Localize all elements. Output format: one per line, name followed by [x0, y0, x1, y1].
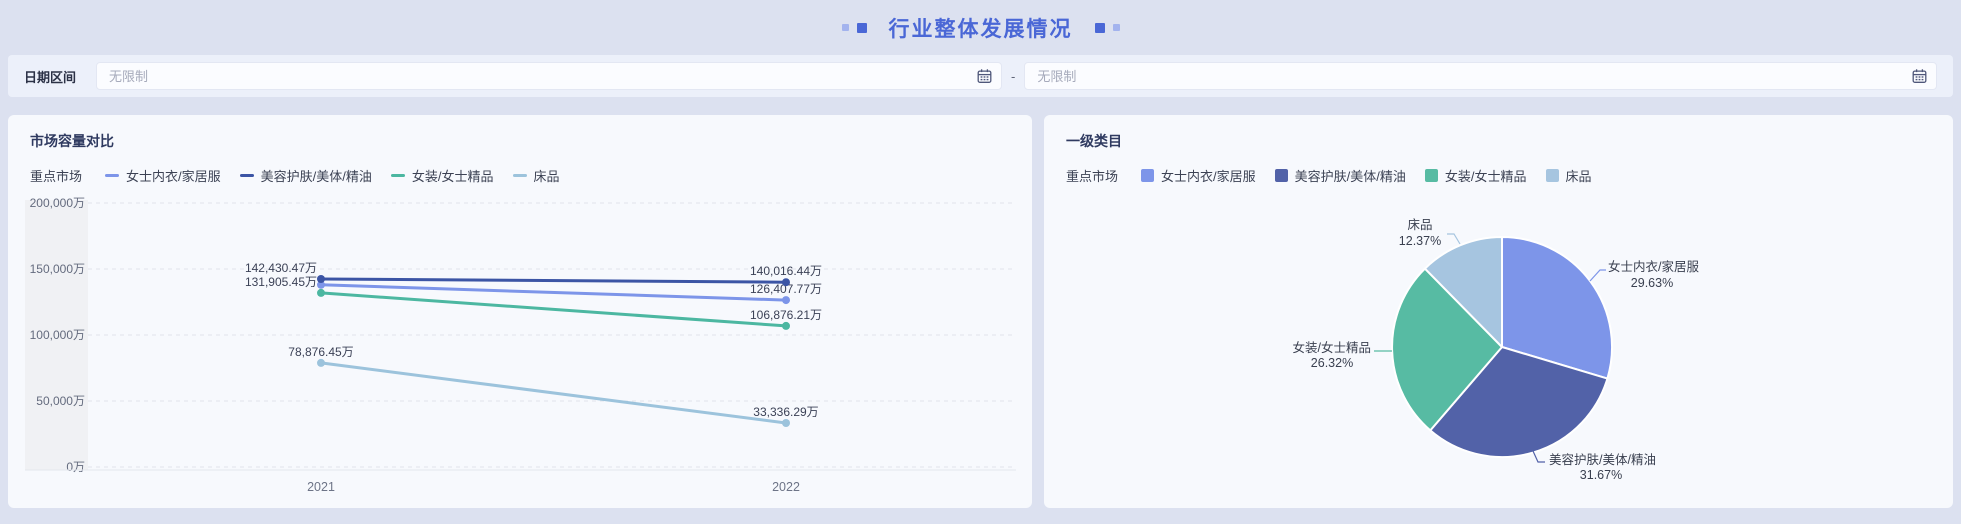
y-tick-label: 100,000万 — [30, 328, 85, 342]
pie-label-line — [1589, 269, 1606, 282]
value-label: 131,905.45万 — [245, 275, 317, 289]
pie-label-name: 美容护肤/美体/精油 — [1549, 452, 1656, 467]
legend-item-label: 女装/女士精品 — [411, 169, 494, 184]
date-start-input[interactable] — [97, 63, 1002, 89]
pie-label-pct: 29.63% — [1631, 276, 1673, 290]
data-point[interactable] — [782, 296, 790, 305]
title-decor-icon — [1112, 24, 1120, 31]
title-decor-icon — [856, 22, 867, 33]
legend-marker — [512, 174, 527, 177]
date-end-field[interactable] — [1024, 62, 1937, 90]
legend-item[interactable]: 床品 — [512, 166, 560, 185]
legend-item[interactable]: 女装/女士精品 — [390, 166, 494, 185]
x-tick-label: 2021 — [307, 480, 335, 494]
value-label: 106,876.21万 — [750, 308, 822, 322]
pie-label-name: 女士内衣/家居服 — [1608, 259, 1699, 274]
legend-marker — [390, 174, 405, 177]
pie-label-line — [1447, 233, 1461, 245]
date-start-field[interactable] — [96, 62, 1003, 90]
y-tick-label: 200,000万 — [30, 196, 85, 210]
date-range-label: 日期区间 — [24, 69, 77, 85]
line-chart-legend: 重点市场 女士内衣/家居服 美容护肤/美体/精油 女装/女士精品 床品 — [30, 166, 1010, 185]
y-tick-label: 50,000万 — [36, 394, 85, 408]
legend-item-label: 美容护肤/美体/精油 — [260, 169, 372, 184]
title-decor-icon — [841, 24, 849, 31]
page-header: 行业整体发展情况 — [0, 0, 1961, 55]
legend-marker — [239, 174, 254, 177]
legend-title: 重点市场 — [30, 169, 83, 184]
title-decor-icon — [1094, 22, 1105, 33]
data-point[interactable] — [782, 419, 790, 427]
pie-chart[interactable]: 女士内衣/家居服 29.63% 美容护肤/美体/精油31.67% 女装/女士精品26.… — [1044, 115, 1953, 508]
line-chart[interactable]: 0万 50,000万 100,000万 150,000万 200,000万 2021 202… — [8, 185, 1032, 508]
calendar-icon[interactable] — [977, 69, 992, 84]
legend-item-label: 女士内衣/家居服 — [126, 169, 221, 184]
legend-item[interactable]: 美容护肤/美体/精油 — [239, 166, 372, 185]
date-filter-bar: 日期区间 - — [8, 55, 1953, 97]
date-end-input[interactable] — [1025, 63, 1936, 89]
pie-label-pct: 26.32% — [1311, 356, 1353, 370]
pie-label-pct: 12.37% — [1399, 234, 1441, 248]
x-tick-label: 2022 — [772, 480, 800, 494]
calendar-icon[interactable] — [1912, 69, 1927, 84]
category-card: 一级类目 重点市场 女士内衣/家居服 美容护肤/美体/精油 女装/女士精品 床品 女士… — [1044, 115, 1953, 508]
value-label: 140,016.44万 — [750, 264, 822, 278]
market-capacity-card: 市场容量对比 重点市场 女士内衣/家居服 美容护肤/美体/精油 女装/女士精品 床品 … — [8, 115, 1032, 508]
charts-row: 市场容量对比 重点市场 女士内衣/家居服 美容护肤/美体/精油 女装/女士精品 床品 … — [8, 115, 1953, 508]
data-point[interactable] — [782, 321, 790, 330]
date-separator: - — [1011, 68, 1016, 84]
data-point[interactable] — [782, 278, 790, 287]
page-title: 行业整体发展情况 — [888, 17, 1073, 41]
line-series[interactable] — [319, 277, 788, 284]
y-tick-label: 150,000万 — [30, 262, 85, 276]
legend-marker — [105, 174, 120, 177]
value-label: 78,876.45万 — [288, 345, 353, 359]
pie-label-name: 女装/女士精品 — [1293, 340, 1371, 355]
value-label: 33,336.29万 — [753, 405, 818, 419]
line-series[interactable] — [319, 361, 788, 425]
legend-item[interactable]: 女士内衣/家居服 — [105, 166, 221, 185]
card-title: 市场容量对比 — [30, 133, 114, 149]
y-tick-label: 0万 — [66, 460, 85, 474]
data-point[interactable] — [317, 288, 325, 297]
data-point[interactable] — [317, 358, 325, 367]
pie-label-pct: 31.67% — [1580, 468, 1622, 482]
data-point[interactable] — [317, 275, 325, 283]
legend-item-label: 床品 — [533, 169, 560, 184]
pie-label-name: 床品 — [1407, 218, 1432, 232]
value-label: 142,430.47万 — [245, 261, 317, 275]
